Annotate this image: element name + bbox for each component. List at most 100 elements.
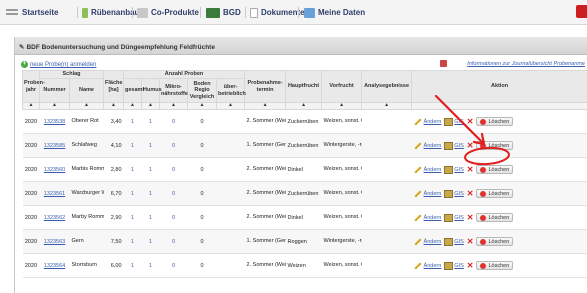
table-row: 20201323563Gern7,5011001. Sommer (Gerste…	[22, 229, 587, 254]
cell-gesamt: 1	[123, 157, 142, 182]
cell-mikro: 0	[159, 181, 188, 206]
sample-number-link[interactable]: 1323538	[44, 119, 65, 125]
cell-hauptfrucht: Zuckerrüben	[285, 109, 322, 134]
edit-link[interactable]: Ändern	[414, 117, 441, 126]
cell-boden: 0	[187, 205, 217, 230]
cell-analyse	[361, 157, 412, 182]
cell-gesamt: 1	[123, 109, 142, 134]
edit-link[interactable]: Ändern	[414, 189, 441, 198]
cell-humus: 1	[141, 181, 160, 206]
gis-link[interactable]: GIS	[444, 213, 464, 222]
cell-actions: Ändern GIS ✕ Löschen	[411, 205, 587, 230]
sort-arrow[interactable]: ▲	[68, 102, 105, 110]
delete-button[interactable]: Löschen	[476, 237, 514, 246]
table-row: 20201323560Marbis Rommert2,8011002. Somm…	[22, 157, 587, 182]
cell-humus: 1	[141, 157, 160, 182]
header-aktion: Aktion	[411, 70, 587, 103]
sort-arrow[interactable]: ▲	[285, 102, 323, 110]
sort-arrow[interactable]: ▲	[22, 102, 40, 110]
cell-ueber	[216, 109, 245, 134]
cell-boden: 0	[187, 109, 217, 134]
box-icon	[137, 7, 148, 18]
close-icon[interactable]: ✕	[467, 213, 474, 222]
nav-ruebenanbau[interactable]: Rübenanbau	[82, 6, 139, 19]
map-icon	[444, 213, 454, 222]
sample-number-link[interactable]: 1323562	[44, 215, 65, 221]
close-icon[interactable]: ✕	[467, 261, 474, 270]
top-navigation: Startseite Rübenanbau Co-Produkte BGD Do…	[0, 0, 587, 25]
sample-number-link[interactable]: 1323564	[44, 263, 65, 269]
table-row: 2020 1323564 Storrsbum 6,00 1 1 0 0 2. Sommer (W…	[22, 253, 587, 278]
cell-humus: 1	[141, 253, 160, 278]
edit-link[interactable]: Ändern	[414, 141, 441, 150]
table-body: 2020 1323538 Oberer Rot 3,40 1 1 0 0 2. Sommer (…	[22, 109, 587, 278]
sort-arrow[interactable]: ▲	[187, 102, 218, 110]
header-vorfrucht: Vorfrucht	[321, 70, 363, 103]
pencil-icon	[414, 141, 422, 150]
cell-gesamt: 1	[123, 253, 142, 278]
sort-arrow[interactable]: ▲	[216, 102, 246, 110]
close-icon[interactable]: ✕	[467, 117, 474, 126]
sample-number-link[interactable]: 1323563	[44, 239, 65, 245]
close-icon[interactable]: ✕	[467, 165, 474, 174]
cell-flaeche: 2,80	[103, 157, 124, 182]
sort-arrow[interactable]: ▲	[141, 102, 161, 110]
cell-name: Oberer Rot	[69, 109, 104, 134]
edit-link[interactable]: Ändern	[414, 165, 441, 174]
header-flaeche: Fläche [ha]	[103, 70, 125, 103]
nav-startseite[interactable]: Startseite	[22, 6, 58, 19]
cell-actions: Ändern GIS ✕ Löschen	[411, 181, 587, 206]
sample-number-link[interactable]: 1323585	[44, 143, 65, 149]
pdf-icon	[440, 60, 447, 67]
edit-link[interactable]: Ändern	[414, 261, 441, 270]
cell-ueber	[216, 205, 245, 230]
sort-arrow[interactable]: ▲	[39, 102, 70, 110]
nav-dokumente[interactable]: Dokumente	[250, 6, 305, 19]
cell-analyse	[361, 133, 412, 158]
gis-link[interactable]: GIS	[444, 261, 464, 270]
nav-co-produkte[interactable]: Co-Produkte	[137, 6, 199, 19]
delete-button[interactable]: Löschen	[476, 189, 514, 198]
gis-link[interactable]: GIS	[444, 117, 464, 126]
row-actions: Ändern GIS ✕ Löschen	[414, 165, 586, 174]
delete-button[interactable]: Löschen	[476, 261, 514, 270]
nav-meine-daten[interactable]: Meine Daten	[304, 6, 365, 19]
sample-number-link[interactable]: 1323560	[44, 167, 65, 173]
sort-arrow[interactable]: ▲	[123, 102, 143, 110]
delete-button[interactable]: Löschen	[476, 117, 514, 126]
cell-ueber	[216, 133, 245, 158]
pencil-icon	[414, 261, 422, 270]
gis-link[interactable]: GIS	[444, 141, 464, 150]
close-icon[interactable]: ✕	[467, 237, 474, 246]
edit-link[interactable]: Ändern	[414, 213, 441, 222]
logout-icon[interactable]	[576, 5, 587, 18]
gis-link[interactable]: GIS	[444, 165, 464, 174]
close-icon[interactable]: ✕	[467, 141, 474, 150]
delete-button[interactable]: Löschen	[476, 141, 514, 150]
sample-number-link[interactable]: 1323561	[44, 191, 65, 197]
gis-link[interactable]: GIS	[444, 237, 464, 246]
gis-link[interactable]: GIS	[444, 189, 464, 198]
cell-termin: 1. Sommer (Gerste)	[244, 229, 286, 254]
map-icon	[444, 237, 454, 246]
cell-actions: Ändern GIS ✕ Löschen	[411, 157, 587, 182]
nav-bgd[interactable]: BGD	[206, 6, 241, 19]
stop-icon	[480, 142, 487, 149]
sort-arrow[interactable]: ▲	[159, 102, 189, 110]
cell-termin: 2. Sommer (Weizen)	[244, 253, 286, 278]
sort-arrow[interactable]: ▲	[103, 102, 125, 110]
new-sample-link[interactable]: neue Probe(n) anmelden	[30, 62, 96, 68]
sort-arrow[interactable]: ▲	[244, 102, 287, 110]
sort-arrow[interactable]: ▲	[361, 102, 413, 110]
cell-mikro: 0	[159, 157, 188, 182]
info-link[interactable]: Informationen zur Journalübersicht Probe…	[467, 61, 585, 67]
edit-link[interactable]: Ändern	[414, 237, 441, 246]
cell-analyse	[361, 205, 412, 230]
cell-hauptfrucht: Zuckerrüben	[285, 181, 322, 206]
cell-jahr: 2020	[22, 205, 40, 230]
pencil-icon	[414, 165, 422, 174]
delete-button[interactable]: Löschen	[476, 165, 514, 174]
sort-arrow[interactable]: ▲	[321, 102, 363, 110]
close-icon[interactable]: ✕	[467, 189, 474, 198]
delete-button[interactable]: Löschen	[476, 213, 514, 222]
